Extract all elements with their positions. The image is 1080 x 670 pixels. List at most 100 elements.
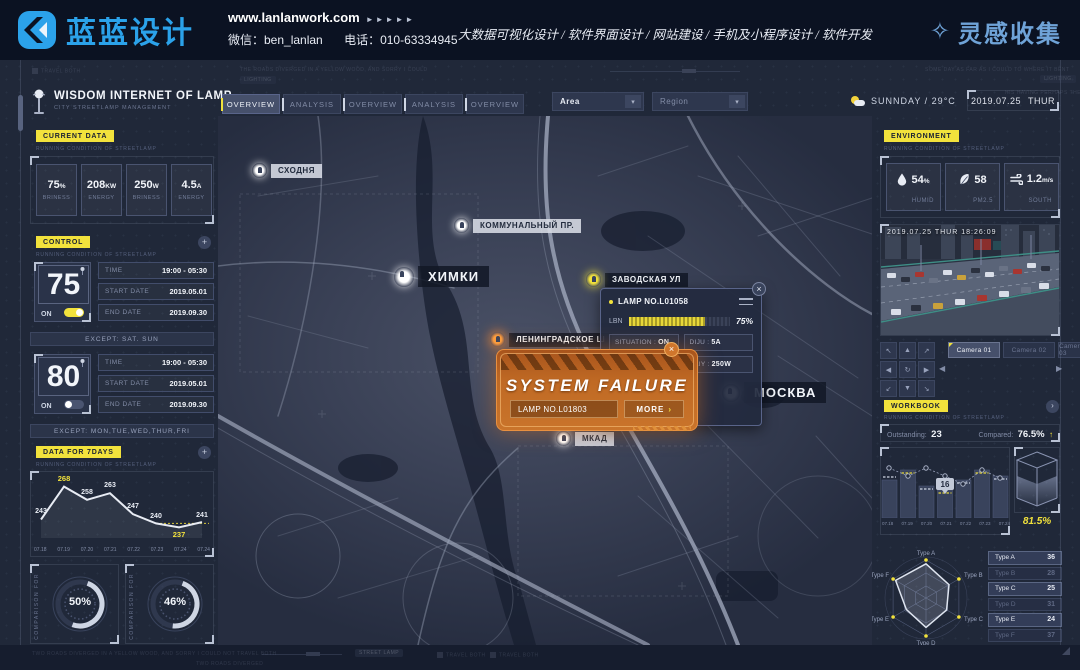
settings-sliders-icon[interactable] [739,297,753,306]
current-data-subtitle: RUNNING CONDITION OF STREETLAMP [36,146,157,152]
tab-overview-3[interactable]: OVERVIEW [466,94,524,114]
start-date-row[interactable]: START DATE2019.05.01 [98,283,214,300]
type-c-row[interactable]: Type C25 [988,582,1062,596]
camera-prev-button[interactable]: ◀ [939,364,945,373]
left-frame-line [20,60,21,645]
svg-text:16: 16 [941,480,950,489]
camera-feed[interactable]: 2019.07.25 THUR 18:26:09 [880,224,1060,336]
pan-up-left-button[interactable]: ↖ [880,342,897,359]
alert-more-button[interactable]: MORE› [624,400,684,418]
date-value: 2019.07.25 [971,96,1021,106]
right-frame-line [1060,60,1061,645]
brightness-value: 75% [736,316,753,326]
map-label-khimki[interactable]: ХИМКИ [394,266,489,287]
tab-analysis-2[interactable]: ANALYSIS [405,94,463,114]
svg-text:263: 263 [104,482,116,489]
decor-poem-2: SOME DAY AS FAR AS I COULD TO WHERE IT B… [925,67,1069,73]
start-date-row[interactable]: START DATE2019.05.01 [98,375,214,392]
collect-label: 灵感收集 [958,14,1062,49]
workbook-more-button[interactable]: › [1046,400,1059,413]
pan-left-button[interactable]: ◀ [880,361,897,378]
alert-close-icon[interactable]: × [664,342,679,357]
svg-text:Type F: Type F [872,573,889,579]
streetlamp-icon [31,89,47,117]
date-widget: 2019.07.25 THUR [967,90,1059,111]
pan-down-button[interactable]: ▼ [899,380,916,397]
decor-slider-bottom [262,654,342,655]
camera-03-button[interactable]: Camera 03 [1058,342,1080,358]
city-map[interactable]: СХОДНЯ КОММУНАЛЬНЫЙ ПР. ХИМКИ ЗАВОДСКАЯ … [218,116,872,645]
page-title: WISDOM INTERNET OF LAMP [54,90,232,102]
current-data-tag: CURRENT DATA [36,130,114,142]
field-current: DIJU :5A [684,334,754,351]
week-data-tag: DATA FOR 7DAYS [36,446,121,458]
tab-overview-1[interactable]: OVERVIEW [222,94,280,114]
week-x-axis: 07.1807.1907.2007.2107.2207.2307.2407.24 [31,547,213,553]
pan-down-left-button[interactable]: ↙ [880,380,897,397]
region-select[interactable]: Region ▾ [652,92,748,111]
stat-humidity: 54% HUMID [886,163,941,211]
camera-direction-pad: ↖ ▲ ↗ ◀ ↻ ▶ ↙ ▼ ↘ [880,342,935,397]
up-arrow-icon: ↑ [1049,430,1053,439]
area-select[interactable]: Area ▾ [552,92,644,111]
pan-right-button[interactable]: ▶ [918,361,935,378]
tab-analysis-1[interactable]: ANALYSIS [283,94,341,114]
type-a-row[interactable]: Type A36 [988,551,1062,565]
pan-down-right-button[interactable]: ↘ [918,380,935,397]
week-expand-button[interactable]: + [198,446,211,459]
svg-text:Type A: Type A [917,551,935,557]
popup-close-icon[interactable]: × [752,282,766,296]
camera-02-button[interactable]: Camera 02 [1003,342,1055,358]
wechat-id: 微信：ben_lanlan [228,33,323,47]
stat-briness-w: 250W BRINESS [126,164,167,216]
decor-lighting-badge-2: LIGHTING [1040,76,1076,82]
reset-view-button[interactable]: ↻ [899,361,916,378]
control-tag: CONTROL [36,236,90,248]
end-date-row[interactable]: END DATE2019.09.30 [98,304,214,321]
gauge-value: 46% [143,596,207,608]
map-label-kommunalny[interactable]: КОММУНАЛЬНЫЙ ПР. [454,218,581,233]
power-toggle-2[interactable] [64,400,84,409]
map-label-leningradskoe[interactable]: ЛЕНИНГРАДСКОЕ Ш [490,332,612,347]
power-toggle-1[interactable] [64,308,84,317]
workbook-subtitle: RUNNING CONDITION OF STREETLAMP [884,415,1005,421]
svg-text:Type C: Type C [964,617,984,623]
map-label-zavodskaya[interactable]: ЗАВОДСКАЯ УЛ [586,272,688,287]
svg-text:241: 241 [196,512,208,519]
alert-title: SYSTEM FAILURE [501,376,693,396]
chevron-down-icon: ▾ [729,95,745,108]
popup-lamp-id: LAMP NO.L01058 [618,297,739,306]
comparison-gauge-1: COMPARISON FOR 50% [30,564,119,644]
pan-up-right-button[interactable]: ↗ [918,342,935,359]
alert-frame: SYSTEM FAILURE LAMP NO.L01803 MORE› [500,353,694,427]
time-row[interactable]: TIME19:00 - 05:30 [98,354,214,371]
more-arrow-icon: › [668,405,672,414]
map-label-mkad[interactable]: МКАД [556,431,614,446]
type-b-row[interactable]: Type B28 [988,567,1062,581]
sun-cloud-icon [851,96,865,107]
type-f-row[interactable]: Type F37 [988,629,1062,643]
stat-briness-pct: 75% BRINESS [36,164,77,216]
brightness-bar[interactable] [629,317,730,326]
svg-text:Type E: Type E [872,617,889,623]
svg-text:247: 247 [127,503,139,510]
radar-svg: Type A Type B Type C Type D Type E Type … [872,548,984,648]
camera-01-button[interactable]: Camera 01 [948,342,1000,358]
end-date-row[interactable]: END DATE2019.09.30 [98,396,214,413]
site-url[interactable]: www.lanlanwork.com [228,10,360,25]
inspiration-collect[interactable]: ✧ 灵感收集 [930,14,1062,49]
current-stats: 75% BRINESS 208KW ENERGY 250W BRINESS 4.… [31,157,217,223]
time-row[interactable]: TIME19:00 - 05:30 [98,262,214,279]
environment-stats: 54% HUMID 58 PM2.5 1.2m/s SOUTH [881,157,1064,217]
lamp-icon [80,267,85,275]
type-e-row[interactable]: Type E24 [988,613,1062,627]
left-scroll-handle[interactable] [18,95,23,131]
workbook-summary: Outstanding: 23 Compared: 76.5% ↑ [880,424,1060,442]
tab-overview-2[interactable]: OVERVIEW [344,94,402,114]
type-d-row[interactable]: Type D31 [988,598,1062,612]
pan-up-button[interactable]: ▲ [899,342,916,359]
power-label: ON [41,403,52,410]
map-label-skhodnya[interactable]: СХОДНЯ [252,163,322,178]
control-add-button[interactable]: + [198,236,211,249]
except-days-2: EXCEPT: MON,TUE,WED,THUR,FRI [30,424,214,438]
